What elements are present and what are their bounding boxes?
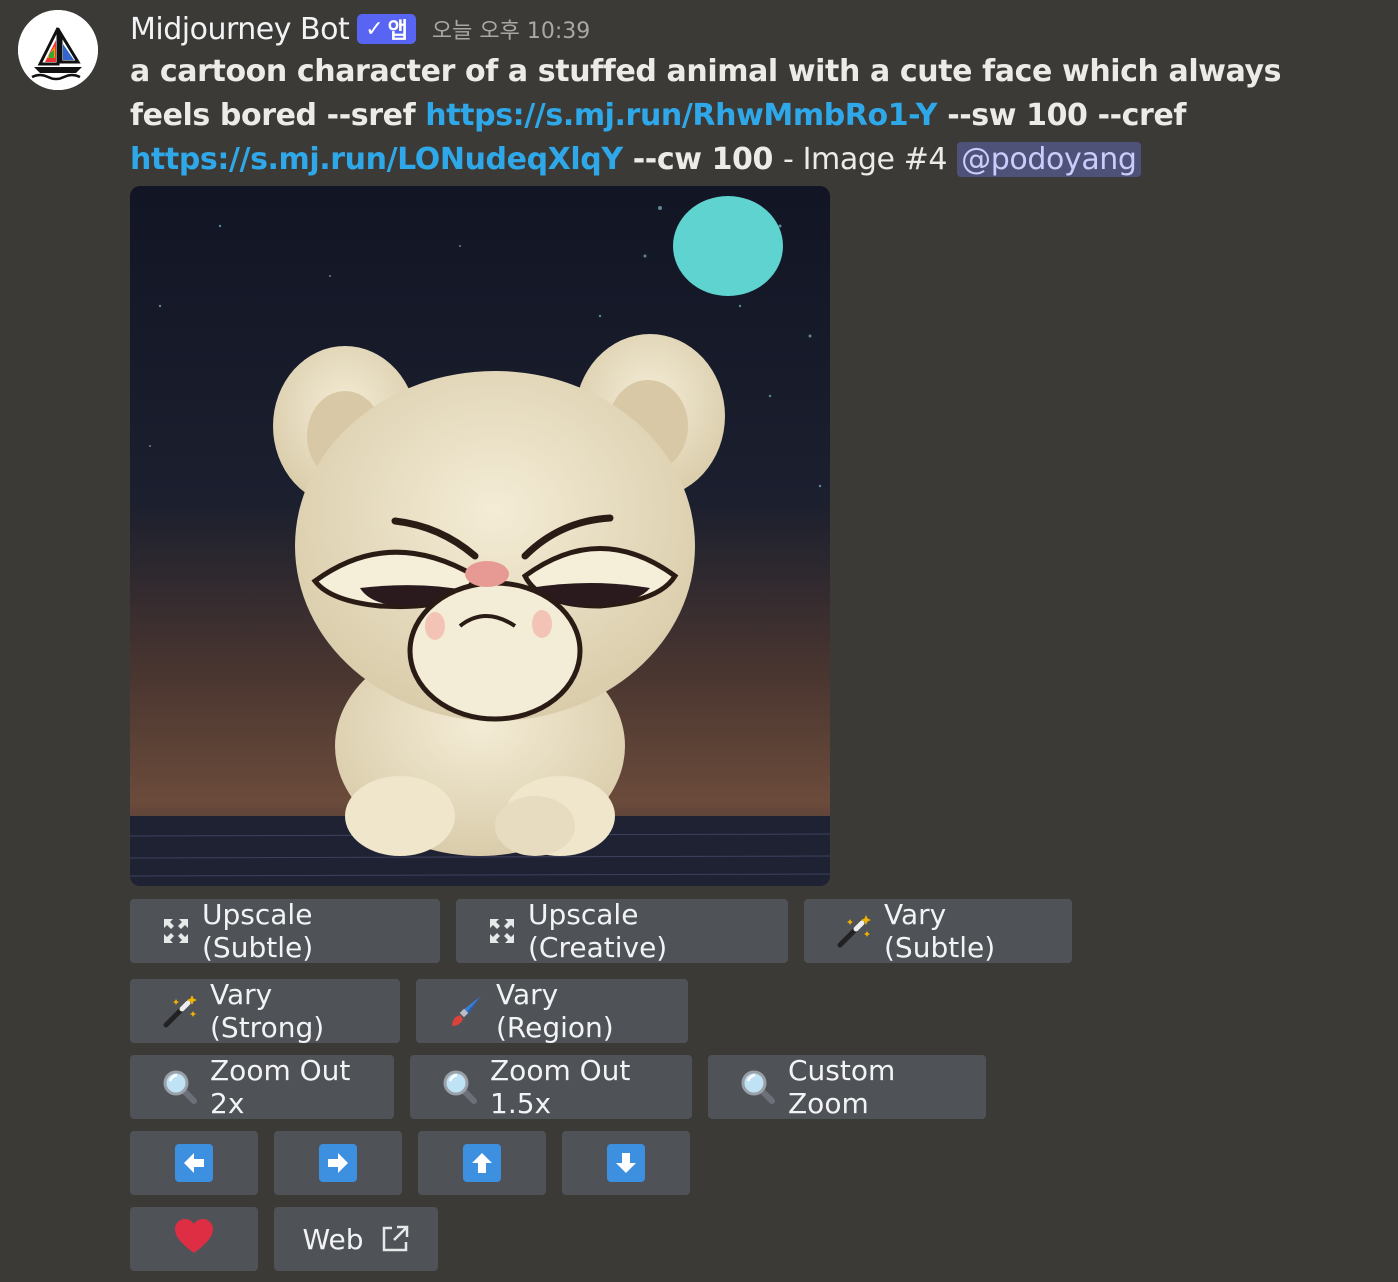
favorite-button[interactable]	[130, 1207, 258, 1271]
checkmark-icon: ✓	[365, 16, 384, 42]
zoom-out-1-5x-label: Zoom Out 1.5x	[490, 1054, 631, 1120]
pan-left-button[interactable]	[130, 1131, 258, 1195]
button-row-5: Web	[130, 1207, 438, 1271]
message-content: Midjourney Bot ✓ 앱 오늘 오후 10:39 a cartoon…	[130, 8, 1370, 182]
cref-params: --cw 100	[632, 142, 774, 177]
zoom-out-1-5x-button[interactable]: Zoom Out 1.5x	[410, 1054, 692, 1120]
app-badge: ✓ 앱	[357, 14, 416, 44]
magic-wand-icon	[162, 993, 198, 1029]
expand-arrows-icon	[488, 917, 516, 945]
paintbrush-icon	[448, 993, 484, 1029]
generated-image[interactable]	[130, 186, 830, 886]
arrow-down-icon	[607, 1144, 645, 1182]
vary-region-button[interactable]: Vary (Region)	[416, 978, 688, 1044]
sailboat-logo-icon	[18, 10, 98, 90]
expand-arrows-icon	[162, 917, 190, 945]
user-mention[interactable]: @podoyang	[957, 142, 1141, 177]
web-label: Web	[302, 1222, 364, 1256]
arrow-up-icon	[463, 1144, 501, 1182]
vary-strong-button[interactable]: Vary (Strong)	[130, 978, 400, 1044]
vary-strong-label: Vary (Strong)	[210, 978, 325, 1044]
vary-subtle-label: Vary (Subtle)	[884, 898, 996, 964]
zoom-out-2x-button[interactable]: Zoom Out 2x	[130, 1054, 394, 1120]
upscale-creative-label: Upscale (Creative)	[528, 898, 668, 964]
heart-icon	[174, 1218, 214, 1261]
magnifier-icon	[162, 1069, 198, 1105]
arrow-left-icon	[175, 1144, 213, 1182]
pan-right-button[interactable]	[274, 1131, 402, 1195]
pan-up-button[interactable]	[418, 1131, 546, 1195]
pan-down-button[interactable]	[562, 1131, 690, 1195]
web-link-button[interactable]: Web	[274, 1207, 438, 1271]
button-row-2: Vary (Strong) Vary (Region)	[130, 978, 688, 1044]
bear-artwork	[130, 186, 830, 886]
magnifier-icon	[740, 1069, 776, 1105]
upscale-creative-button[interactable]: Upscale (Creative)	[456, 898, 788, 964]
bot-avatar[interactable]	[18, 10, 98, 90]
sref-params: --sw 100 --cref	[947, 98, 1187, 133]
app-badge-label: 앱	[387, 19, 408, 44]
custom-zoom-label: Custom Zoom	[788, 1054, 896, 1120]
magnifier-icon	[442, 1069, 478, 1105]
timestamp[interactable]: 오늘 오후 10:39	[432, 13, 590, 45]
magic-wand-icon	[836, 913, 872, 949]
sref-link[interactable]: https://s.mj.run/RhwMmbRo1-Y	[425, 98, 937, 133]
cref-link[interactable]: https://s.mj.run/LONudeqXlqY	[130, 142, 623, 177]
button-row-3: Zoom Out 2x Zoom Out 1.5x Custom Zoom	[130, 1054, 986, 1120]
author-name[interactable]: Midjourney Bot	[130, 12, 350, 47]
button-row-1: Upscale (Subtle) Upscale (Creative) Vary…	[130, 898, 1072, 964]
custom-zoom-button[interactable]: Custom Zoom	[708, 1054, 986, 1120]
zoom-out-2x-label: Zoom Out 2x	[210, 1054, 351, 1120]
message-text: a cartoon character of a stuffed animal …	[130, 50, 1370, 182]
upscale-subtle-button[interactable]: Upscale (Subtle)	[130, 898, 440, 964]
message-header: Midjourney Bot ✓ 앱 오늘 오후 10:39	[130, 8, 1370, 50]
vary-region-label: Vary (Region)	[496, 978, 614, 1044]
vary-subtle-button[interactable]: Vary (Subtle)	[804, 898, 1072, 964]
upscale-subtle-label: Upscale (Subtle)	[202, 898, 314, 964]
image-label: - Image #4	[783, 142, 948, 177]
arrow-right-icon	[319, 1144, 357, 1182]
external-link-icon	[380, 1224, 410, 1254]
pan-button-row	[130, 1131, 690, 1195]
